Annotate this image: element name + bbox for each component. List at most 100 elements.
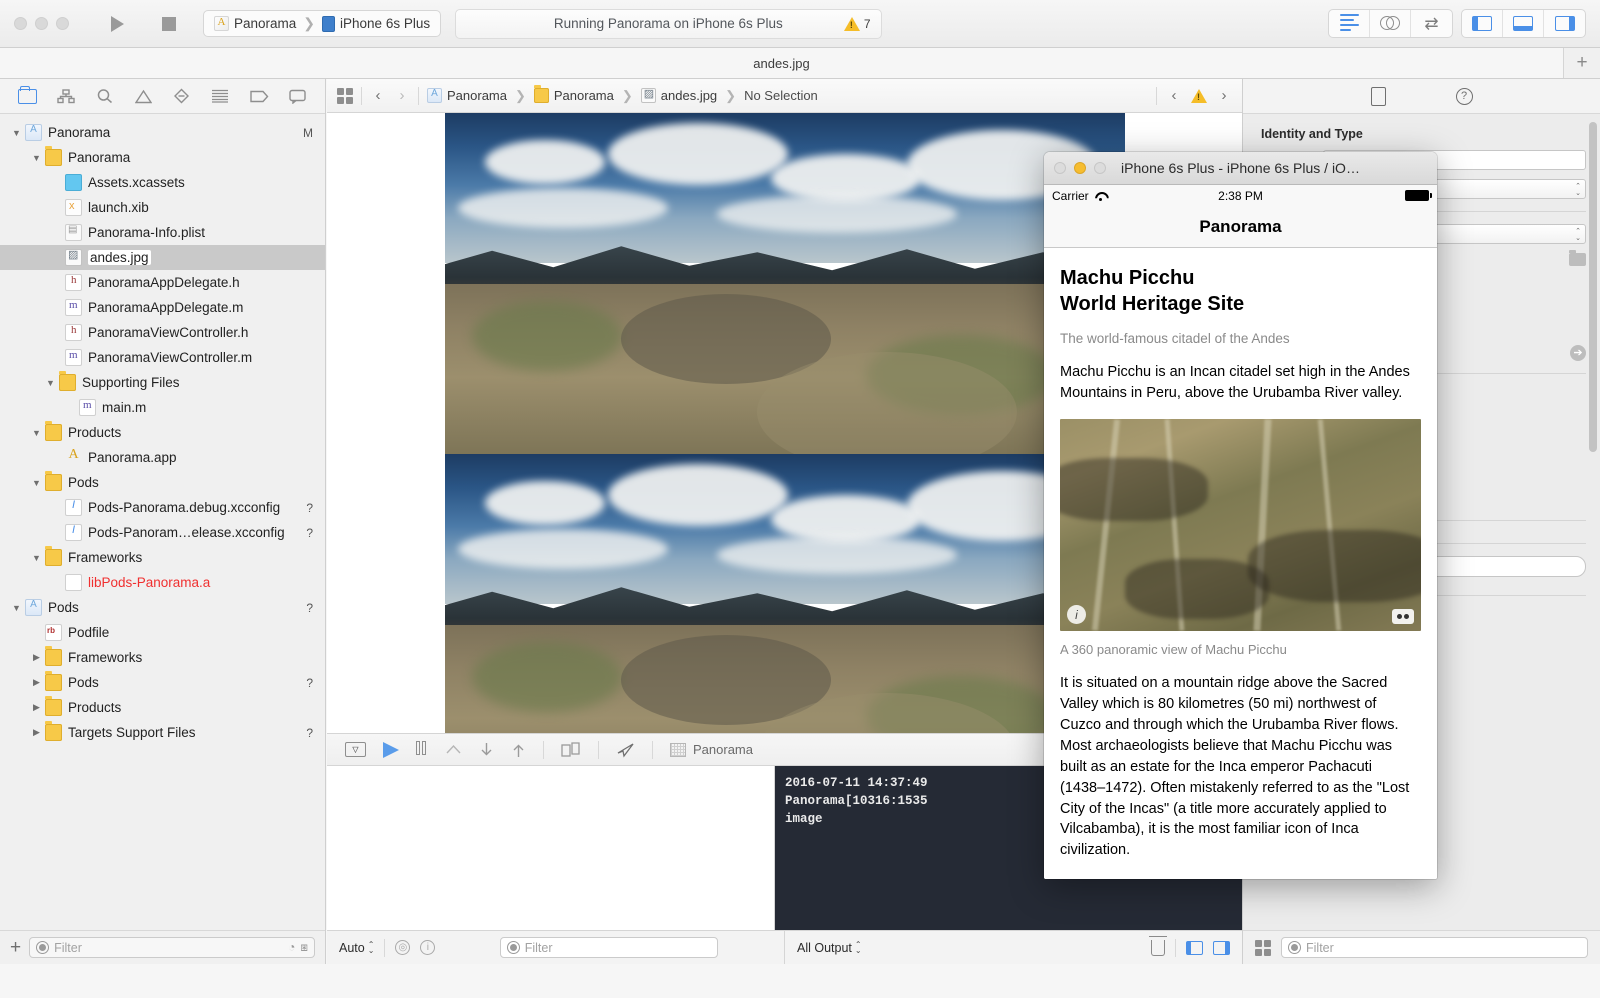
breadcrumb-item-2[interactable]: andes.jpg [661, 88, 717, 103]
disclosure-open-icon[interactable]: ▼ [44, 378, 57, 388]
navigator-row[interactable]: ▶ Targets Support Files? [0, 720, 325, 745]
project-navigator-tab[interactable] [14, 85, 40, 107]
disclosure-closed-icon[interactable]: ▶ [30, 652, 43, 663]
navigator-row[interactable]: PanoramaAppDelegate.m [0, 295, 325, 320]
editor-tab[interactable]: andes.jpg [0, 48, 1564, 78]
zoom-button[interactable] [56, 17, 69, 30]
debug-navigator-tab[interactable] [207, 85, 233, 107]
version-editor-button[interactable]: ⇄ [1411, 10, 1452, 37]
breadcrumb-item-3[interactable]: No Selection [744, 88, 818, 103]
report-navigator-tab[interactable] [285, 85, 311, 107]
standard-editor-button[interactable] [1329, 10, 1370, 37]
navigator-row[interactable]: andes.jpg [0, 245, 325, 270]
navigator-row[interactable]: Panorama-Info.plist [0, 220, 325, 245]
navigator-row[interactable]: Pods-Panorama.debug.xcconfig? [0, 495, 325, 520]
navigator-row[interactable]: ▼ Panorama M [0, 120, 325, 145]
hide-debug-area-icon[interactable]: ▽ [345, 742, 366, 757]
related-items-icon[interactable] [337, 87, 353, 104]
next-issue-button[interactable]: › [1216, 87, 1232, 104]
add-file-button[interactable]: + [10, 937, 21, 959]
recent-files-filter-icon[interactable]: ◔ [288, 940, 295, 955]
navigator-row[interactable]: ▼ Products [0, 420, 325, 445]
disclosure-closed-icon[interactable]: ▶ [30, 677, 43, 688]
forward-button[interactable]: › [394, 87, 410, 104]
debug-view-hierarchy-icon[interactable] [561, 741, 581, 758]
navigator-row[interactable]: launch.xib [0, 195, 325, 220]
navigator-row[interactable]: PanoramaViewController.m [0, 345, 325, 370]
minimize-button[interactable] [35, 17, 48, 30]
source-control-filter-icon[interactable]: ⧆ [300, 940, 308, 955]
navigator-row[interactable]: Pods-Panoram…elease.xcconfig? [0, 520, 325, 545]
disclosure-closed-icon[interactable]: ▶ [30, 727, 43, 738]
disclosure-closed-icon[interactable]: ▶ [30, 702, 43, 713]
simulator-zoom-button[interactable] [1094, 162, 1106, 174]
navigator-row[interactable]: PanoramaViewController.h [0, 320, 325, 345]
show-console-view-button[interactable] [1213, 940, 1230, 955]
step-out-icon[interactable] [511, 742, 526, 758]
variables-filter-field[interactable]: Filter [499, 937, 718, 958]
issue-navigator-tab[interactable] [130, 85, 156, 107]
close-button[interactable] [14, 17, 27, 30]
navigator-row[interactable]: ▶ Pods? [0, 670, 325, 695]
debug-process-selector[interactable]: Panorama [670, 742, 753, 757]
step-over-icon[interactable] [445, 742, 462, 757]
info-icon[interactable]: i [1067, 605, 1086, 625]
vr-cardboard-icon[interactable] [1392, 609, 1414, 625]
pause-icon[interactable] [416, 741, 428, 758]
breadcrumb[interactable]: Panorama ❯ Panorama ❯ andes.jpg ❯ No Sel… [427, 85, 818, 104]
variables-view[interactable] [327, 766, 775, 930]
reveal-in-finder-icon[interactable] [1569, 250, 1586, 266]
simulate-location-icon[interactable] [616, 742, 635, 758]
library-filter-field[interactable]: Filter [1281, 937, 1588, 958]
clear-console-button[interactable] [1149, 935, 1167, 956]
watch-icon[interactable]: ◎ [395, 940, 411, 955]
previous-issue-button[interactable]: ‹ [1166, 87, 1182, 104]
library-grid-view-icon[interactable] [1255, 939, 1271, 956]
toggle-navigator-button[interactable] [1462, 10, 1503, 37]
scheme-selector[interactable]: Panorama ❯ iPhone 6s Plus [203, 10, 442, 37]
step-into-icon[interactable] [479, 742, 494, 758]
quick-help-inspector-icon[interactable]: ? [1455, 87, 1473, 105]
disclosure-open-icon[interactable]: ▼ [10, 603, 23, 613]
navigator-row[interactable]: ▼ Panorama [0, 145, 325, 170]
navigator-row[interactable]: PanoramaAppDelegate.h [0, 270, 325, 295]
navigator-row[interactable]: Panorama.app [0, 445, 325, 470]
disclosure-open-icon[interactable]: ▼ [10, 128, 23, 138]
disclosure-open-icon[interactable]: ▼ [30, 428, 43, 438]
inspector-scrollbar[interactable] [1589, 122, 1597, 452]
simulator-traffic-lights[interactable] [1054, 162, 1106, 174]
window-traffic-lights[interactable] [14, 17, 69, 30]
breakpoint-navigator-tab[interactable] [246, 85, 272, 107]
find-navigator-tab[interactable] [92, 85, 118, 107]
warning-badge[interactable]: 7 [843, 16, 871, 31]
stop-button[interactable] [143, 11, 195, 37]
toggle-debug-button[interactable] [1503, 10, 1544, 37]
project-tree[interactable]: ▼ Panorama M ▼ Panorama Assets.xcassets launch… [0, 114, 325, 930]
file-inspector-icon[interactable] [1370, 86, 1386, 106]
navigator-row[interactable]: ▼ Frameworks [0, 545, 325, 570]
simulator-minimize-button[interactable] [1074, 162, 1086, 174]
navigator-row[interactable]: Podfile [0, 620, 325, 645]
back-button[interactable]: ‹ [370, 87, 386, 104]
panorama-thumbnail[interactable]: i [1060, 419, 1421, 632]
disclosure-open-icon[interactable]: ▼ [30, 553, 43, 563]
breadcrumb-item-1[interactable]: Panorama [554, 88, 614, 103]
info-icon[interactable]: i [420, 940, 436, 955]
navigator-row[interactable]: ▶ Frameworks [0, 645, 325, 670]
disclosure-open-icon[interactable]: ▼ [30, 478, 43, 488]
navigator-row[interactable]: Assets.xcassets [0, 170, 325, 195]
console-output-selector[interactable]: All Output ⌃ ⌄ [797, 940, 862, 955]
simulator-titlebar[interactable]: iPhone 6s Plus - iPhone 6s Plus / iO… [1044, 152, 1437, 185]
add-tab-button[interactable]: + [1564, 48, 1600, 78]
toggle-utilities-button[interactable] [1544, 10, 1585, 37]
show-variables-view-button[interactable] [1186, 940, 1203, 955]
open-in-external-editor-icon[interactable]: ➔ [1570, 344, 1586, 361]
simulator-close-button[interactable] [1054, 162, 1066, 174]
breadcrumb-item-0[interactable]: Panorama [447, 88, 507, 103]
assistant-editor-button[interactable] [1370, 10, 1411, 37]
article-content[interactable]: Machu Picchu World Heritage Site The wor… [1044, 248, 1437, 879]
test-navigator-tab[interactable] [169, 85, 195, 107]
symbol-navigator-tab[interactable] [53, 85, 79, 107]
navigator-row[interactable]: libPods-Panorama.a [0, 570, 325, 595]
navigator-row[interactable]: ▼ Pods? [0, 595, 325, 620]
